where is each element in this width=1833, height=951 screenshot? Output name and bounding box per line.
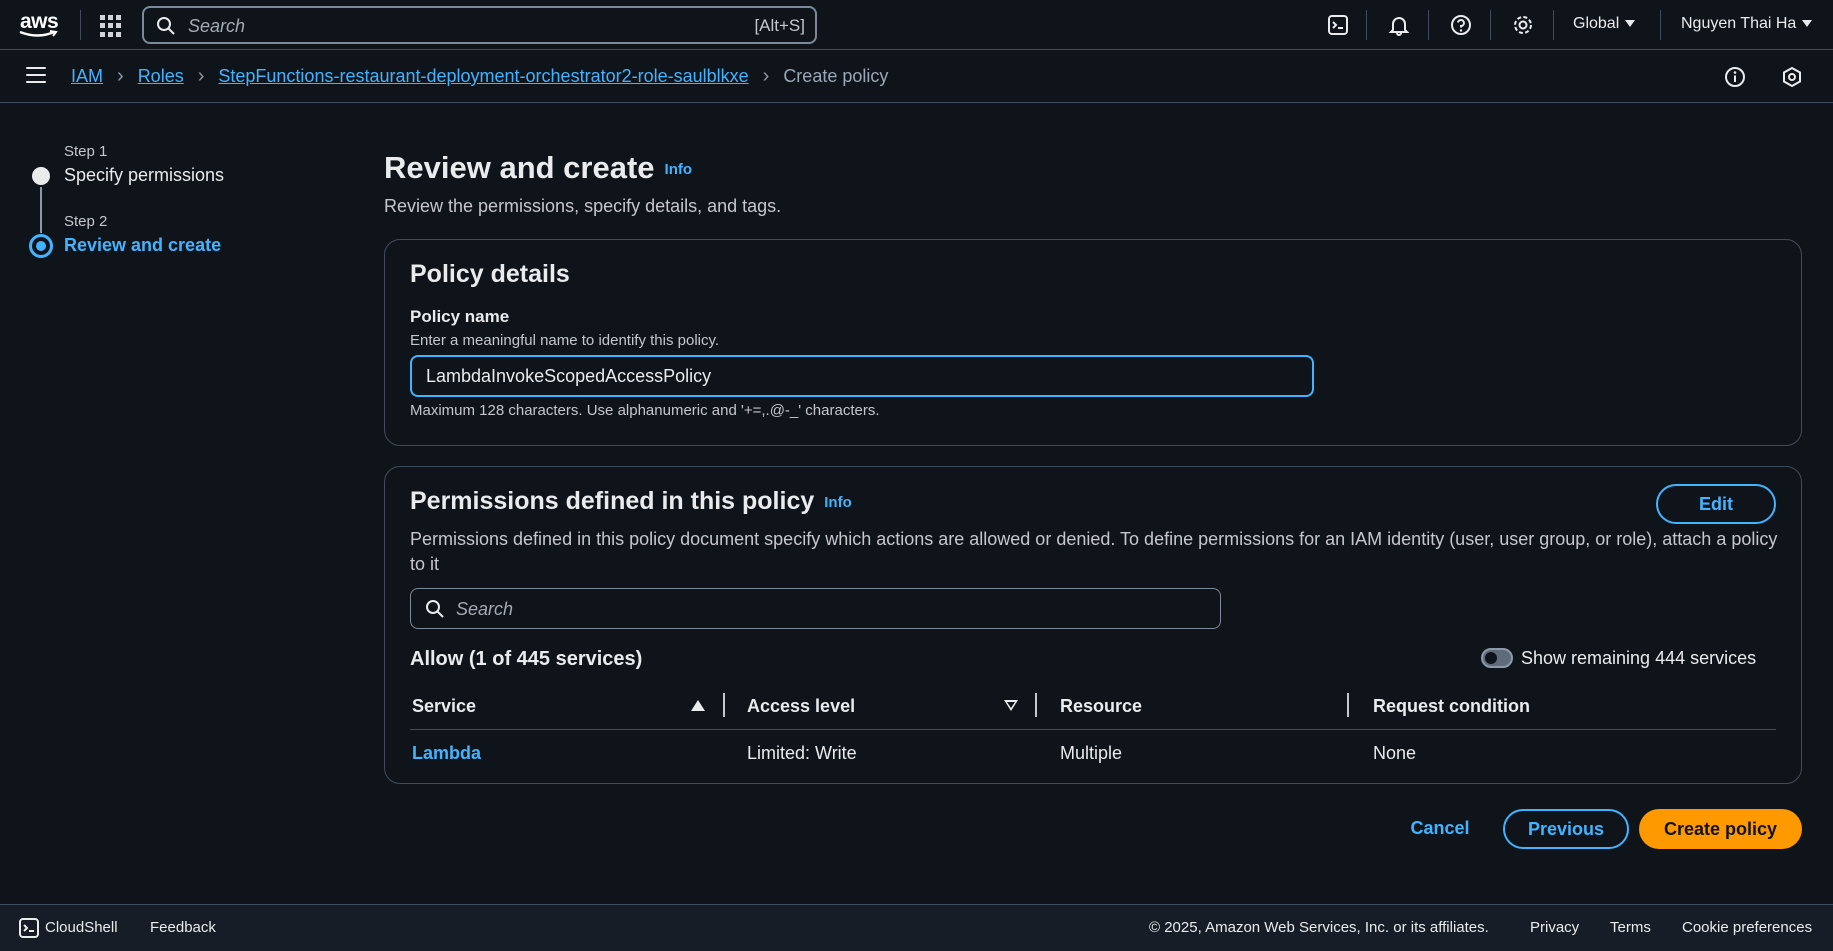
nav-divider [1660,10,1661,40]
column-header-service[interactable]: Service [412,696,476,717]
show-remaining-toggle[interactable] [1481,648,1513,668]
permissions-search-input[interactable]: Search [410,588,1221,629]
access-level-cell: Limited: Write [747,743,857,763]
footer-feedback-link[interactable]: Feedback [150,919,216,936]
column-header-resource[interactable]: Resource [1060,696,1142,717]
column-header-request-condition[interactable]: Request condition [1373,696,1530,717]
footer-terms-link[interactable]: Terms [1610,919,1651,936]
breadcrumb-current: Create policy [783,66,889,86]
cloudshell-icon[interactable] [1325,12,1351,38]
permissions-search-placeholder: Search [456,599,514,619]
allow-heading: Allow (1 of 445 services) [410,648,643,670]
breadcrumb: IAM › Roles › StepFunctions-restaurant-d… [71,65,888,88]
chevron-right-icon: › [197,65,205,87]
step-connector [40,187,42,233]
chevron-down-icon [1802,20,1813,28]
breadcrumb-iam[interactable]: IAM [71,66,103,87]
footer-cloudshell-link[interactable]: CloudShell [45,919,118,936]
step-2-label: Step 2 [64,213,108,230]
step-2-indicator [29,234,53,258]
search-shortcut: [Alt+S] [754,16,805,35]
show-remaining-label: Show remaining 444 services [1521,648,1757,668]
step-1-name[interactable]: Specify permissions [64,165,224,186]
permissions-card: Permissions defined in this policy Info E… [384,466,1802,784]
nav-divider [1553,10,1554,40]
services-grid-icon[interactable] [100,15,122,37]
region-label: Global [1573,15,1620,32]
policy-details-card: Policy details Policy name Enter a meani… [384,239,1802,446]
permissions-info-link[interactable]: Info [824,494,852,511]
permissions-description: Permissions defined in this policy docum… [410,529,1778,574]
step-2-name: Review and create [64,235,222,255]
column-header-access-level[interactable]: Access level [747,696,855,717]
chevron-right-icon: › [117,65,124,87]
search-icon [157,17,175,35]
policy-details-heading: Policy details [410,260,570,288]
footer-cookie-preferences-link[interactable]: Cookie preferences [1682,919,1812,936]
breadcrumb-bar: IAM › Roles › StepFunctions-restaurant-d… [0,51,1833,103]
permissions-heading-text: Permissions defined in this policy [410,487,815,515]
nav-divider [1366,10,1367,40]
column-divider[interactable] [1347,693,1349,717]
column-divider[interactable] [723,693,725,717]
security-shield-icon[interactable] [1780,65,1804,89]
create-policy-button[interactable]: Create policy [1639,809,1802,849]
nav-divider [1490,10,1491,40]
footer-privacy-link[interactable]: Privacy [1530,919,1579,936]
search-placeholder: Search [188,16,246,36]
notifications-bell-icon[interactable] [1386,12,1412,38]
settings-gear-icon[interactable] [1510,12,1536,38]
step-1-label: Step 1 [64,143,108,160]
search-icon [426,600,444,618]
breadcrumb-role[interactable]: StepFunctions-restaurant-deployment-orch… [218,66,748,87]
sort-descending-icon[interactable] [1004,700,1018,711]
nav-divider [1428,10,1429,40]
info-circle-icon[interactable] [1723,65,1747,89]
page-subtitle: Review the permissions, specify details,… [384,196,782,216]
policy-name-label: Policy name [410,307,510,326]
account-menu[interactable]: Nguyen Thai Ha [1681,15,1813,33]
sort-ascending-icon[interactable] [691,700,705,711]
policy-name-hint: Maximum 128 characters. Use alphanumeric… [410,402,880,419]
footer-copyright: © 2025, Amazon Web Services, Inc. or its… [1149,919,1489,936]
top-navigation: aws Search [Alt+S] Global Nguyen Thai Ha [0,0,1833,50]
page-title-text: Review and create [384,150,655,185]
previous-button[interactable]: Previous [1503,809,1629,849]
help-icon[interactable] [1448,12,1474,38]
request-condition-cell: None [1373,743,1417,763]
policy-name-description: Enter a meaningful name to identify this… [410,332,720,349]
policy-name-input[interactable] [410,355,1314,397]
aws-logo[interactable]: aws [18,8,62,42]
edit-button[interactable]: Edit [1656,484,1776,524]
breadcrumb-roles[interactable]: Roles [138,66,184,87]
page-title: Review and create Info [384,150,692,186]
permissions-heading: Permissions defined in this policy Info [410,487,852,516]
footer: CloudShell Feedback © 2025, Amazon Web S… [0,904,1833,951]
table-row-divider [410,729,1776,730]
resource-cell: Multiple [1060,743,1123,763]
hamburger-menu-icon[interactable] [26,67,46,83]
cloudshell-icon[interactable] [18,917,40,939]
global-search-input[interactable]: Search [Alt+S] [142,6,817,44]
aws-smile-icon [19,30,58,37]
column-divider[interactable] [1035,693,1037,717]
user-name: Nguyen Thai Ha [1681,15,1797,32]
page-info-link[interactable]: Info [665,161,693,178]
region-selector[interactable]: Global [1573,15,1636,33]
cancel-button[interactable]: Cancel [1405,810,1475,846]
nav-divider [80,10,81,40]
step-1-indicator [32,167,50,185]
service-link-lambda[interactable]: Lambda [412,743,481,764]
chevron-right-icon: › [762,65,770,87]
chevron-down-icon [1625,20,1636,28]
